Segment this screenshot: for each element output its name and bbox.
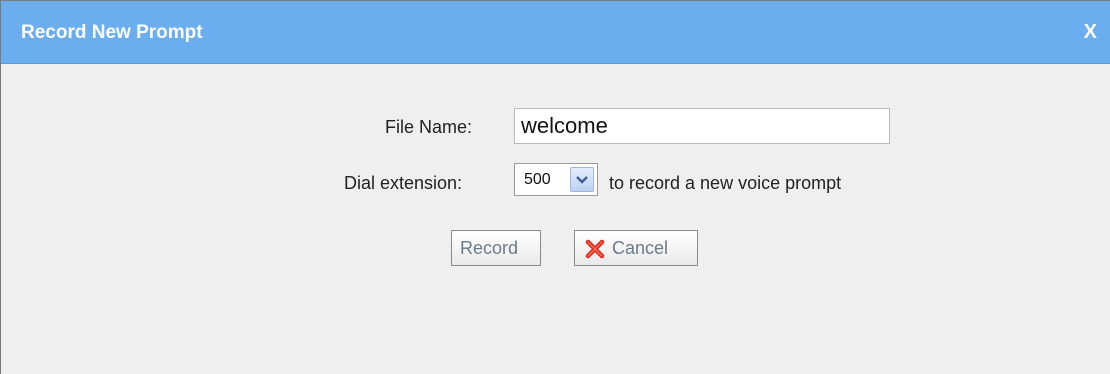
dialog-titlebar[interactable]: Record New Prompt X: [1, 1, 1110, 64]
dial-instruction-text: to record a new voice prompt: [609, 173, 842, 193]
dialog-title: Record New Prompt: [21, 22, 203, 43]
record-prompt-dialog: Record New Prompt X File Name: Dial exte…: [0, 0, 1110, 374]
record-button-label: Record: [460, 238, 519, 258]
extension-select-value: 500: [524, 171, 551, 188]
cancel-button[interactable]: Cancel: [574, 230, 698, 266]
chevron-down-icon[interactable]: [570, 167, 594, 192]
file-name-input[interactable]: [514, 108, 890, 144]
close-button[interactable]: X: [1084, 21, 1097, 44]
record-button[interactable]: Record: [451, 230, 541, 266]
red-x-icon: [585, 239, 605, 264]
file-name-label: File Name:: [385, 117, 473, 137]
extension-select[interactable]: 500: [514, 163, 598, 196]
cancel-button-label: Cancel: [612, 238, 669, 258]
dial-extension-label: Dial extension:: [344, 173, 463, 193]
